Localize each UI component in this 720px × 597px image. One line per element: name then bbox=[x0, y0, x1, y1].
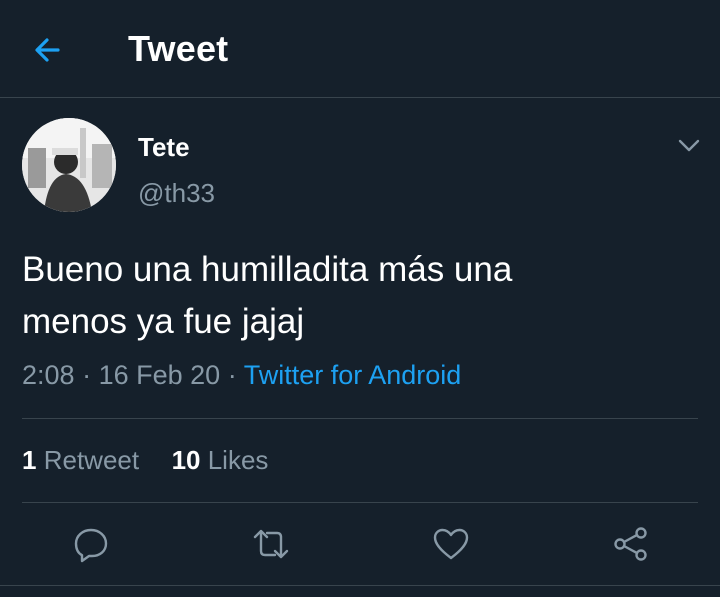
divider bbox=[0, 585, 720, 586]
avatar[interactable] bbox=[22, 118, 116, 212]
retweet-icon bbox=[253, 529, 289, 559]
reply-button[interactable] bbox=[71, 524, 111, 564]
retweet-button[interactable] bbox=[251, 524, 291, 564]
retweets-stat[interactable]: 1 Retweet bbox=[22, 445, 139, 475]
back-button[interactable] bbox=[28, 30, 68, 70]
tweet-date: 16 Feb 20 bbox=[98, 360, 221, 390]
likes-count: 10 bbox=[171, 445, 201, 475]
meta-separator: · bbox=[227, 360, 237, 390]
meta-separator: · bbox=[82, 360, 92, 390]
tweet-source-link[interactable]: Twitter for Android bbox=[244, 360, 462, 390]
retweets-count: 1 bbox=[22, 445, 37, 475]
likes-label: Likes bbox=[207, 445, 269, 475]
author-handle[interactable]: @th33 bbox=[138, 178, 215, 209]
tweet-text-line: menos ya fue jajaj bbox=[22, 302, 305, 341]
tweet-meta: 2:08 · 16 Feb 20 · Twitter for Android bbox=[22, 360, 461, 391]
like-icon bbox=[433, 528, 469, 560]
share-icon bbox=[614, 527, 647, 561]
chevron-down-icon bbox=[678, 139, 700, 152]
reply-icon bbox=[74, 528, 108, 563]
likes-stat[interactable]: 10 Likes bbox=[172, 445, 269, 475]
top-bar: Tweet bbox=[0, 0, 720, 98]
page-title: Tweet bbox=[128, 28, 229, 69]
divider bbox=[22, 418, 698, 419]
tweet-stats: 1 Retweet 10 Likes bbox=[22, 445, 268, 476]
author-name[interactable]: Tete bbox=[138, 132, 190, 163]
divider bbox=[22, 502, 698, 503]
retweets-label: Retweet bbox=[43, 445, 140, 475]
like-button[interactable] bbox=[431, 524, 471, 564]
share-button[interactable] bbox=[611, 524, 651, 564]
tweet-text-line: Bueno una humilladita más una bbox=[22, 250, 513, 289]
tweet-text: Bueno una humilladita más una menos ya f… bbox=[22, 244, 682, 348]
more-options-button[interactable] bbox=[676, 134, 702, 156]
avatar-photo bbox=[22, 118, 116, 212]
tweet-time: 2:08 bbox=[22, 360, 75, 390]
action-bar bbox=[0, 510, 720, 580]
arrow-left-icon bbox=[35, 38, 60, 62]
